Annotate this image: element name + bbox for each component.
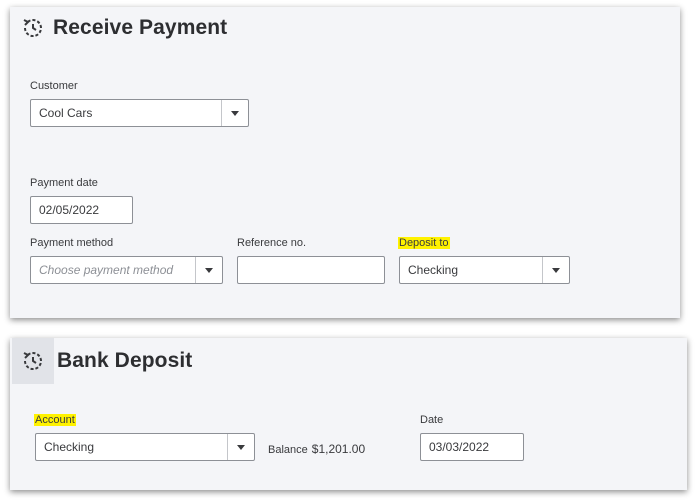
- date-value: 03/03/2022: [429, 440, 490, 454]
- deposit-to-select[interactable]: Checking: [399, 256, 570, 284]
- payment-date-input[interactable]: 02/05/2022: [30, 196, 133, 224]
- payment-date-label: Payment date: [30, 177, 98, 189]
- payment-method-label: Payment method: [30, 237, 114, 249]
- account-dropdown-button[interactable]: [227, 434, 254, 460]
- account-label-text: Account: [34, 414, 76, 426]
- reference-label: Reference no.: [237, 237, 307, 249]
- balance-value: $1,201.00: [311, 442, 366, 456]
- date-input[interactable]: 03/03/2022: [420, 433, 524, 461]
- receive-payment-panel: Receive Payment Customer Cool Cars Payme…: [10, 7, 680, 318]
- receive-payment-header: Receive Payment: [18, 13, 227, 43]
- date-label: Date: [420, 414, 444, 426]
- account-balance: Balance $1,201.00: [268, 442, 365, 456]
- chevron-down-icon: [552, 267, 560, 273]
- deposit-to-label: Deposit to: [398, 237, 450, 249]
- deposit-to-dropdown-button[interactable]: [542, 257, 569, 283]
- customer-dropdown-button[interactable]: [221, 100, 248, 126]
- chevron-down-icon: [205, 267, 213, 273]
- recent-transactions-icon[interactable]: [18, 13, 48, 43]
- account-select[interactable]: Checking: [35, 433, 255, 461]
- payment-method-dropdown-button[interactable]: [195, 257, 222, 283]
- payment-method-placeholder: Choose payment method: [39, 263, 174, 277]
- deposit-to-label-text: Deposit to: [398, 237, 450, 249]
- payment-date-value: 02/05/2022: [39, 203, 100, 217]
- account-value: Checking: [44, 440, 95, 454]
- bank-deposit-panel: Bank Deposit Account Checking Balance $1,…: [10, 338, 687, 490]
- chevron-down-icon: [231, 110, 239, 116]
- chevron-down-icon: [237, 444, 245, 450]
- reference-input[interactable]: [237, 256, 385, 284]
- bank-deposit-header: Bank Deposit: [12, 338, 192, 384]
- customer-value: Cool Cars: [39, 106, 93, 120]
- payment-method-select[interactable]: Choose payment method: [30, 256, 223, 284]
- page-title: Bank Deposit: [57, 349, 193, 372]
- customer-label: Customer: [30, 80, 78, 92]
- balance-label: Balance: [268, 444, 308, 456]
- deposit-to-value: Checking: [408, 263, 459, 277]
- page-title: Receive Payment: [53, 16, 228, 39]
- account-label: Account: [34, 414, 76, 426]
- recent-transactions-icon[interactable]: [12, 338, 54, 384]
- customer-select[interactable]: Cool Cars: [30, 99, 249, 127]
